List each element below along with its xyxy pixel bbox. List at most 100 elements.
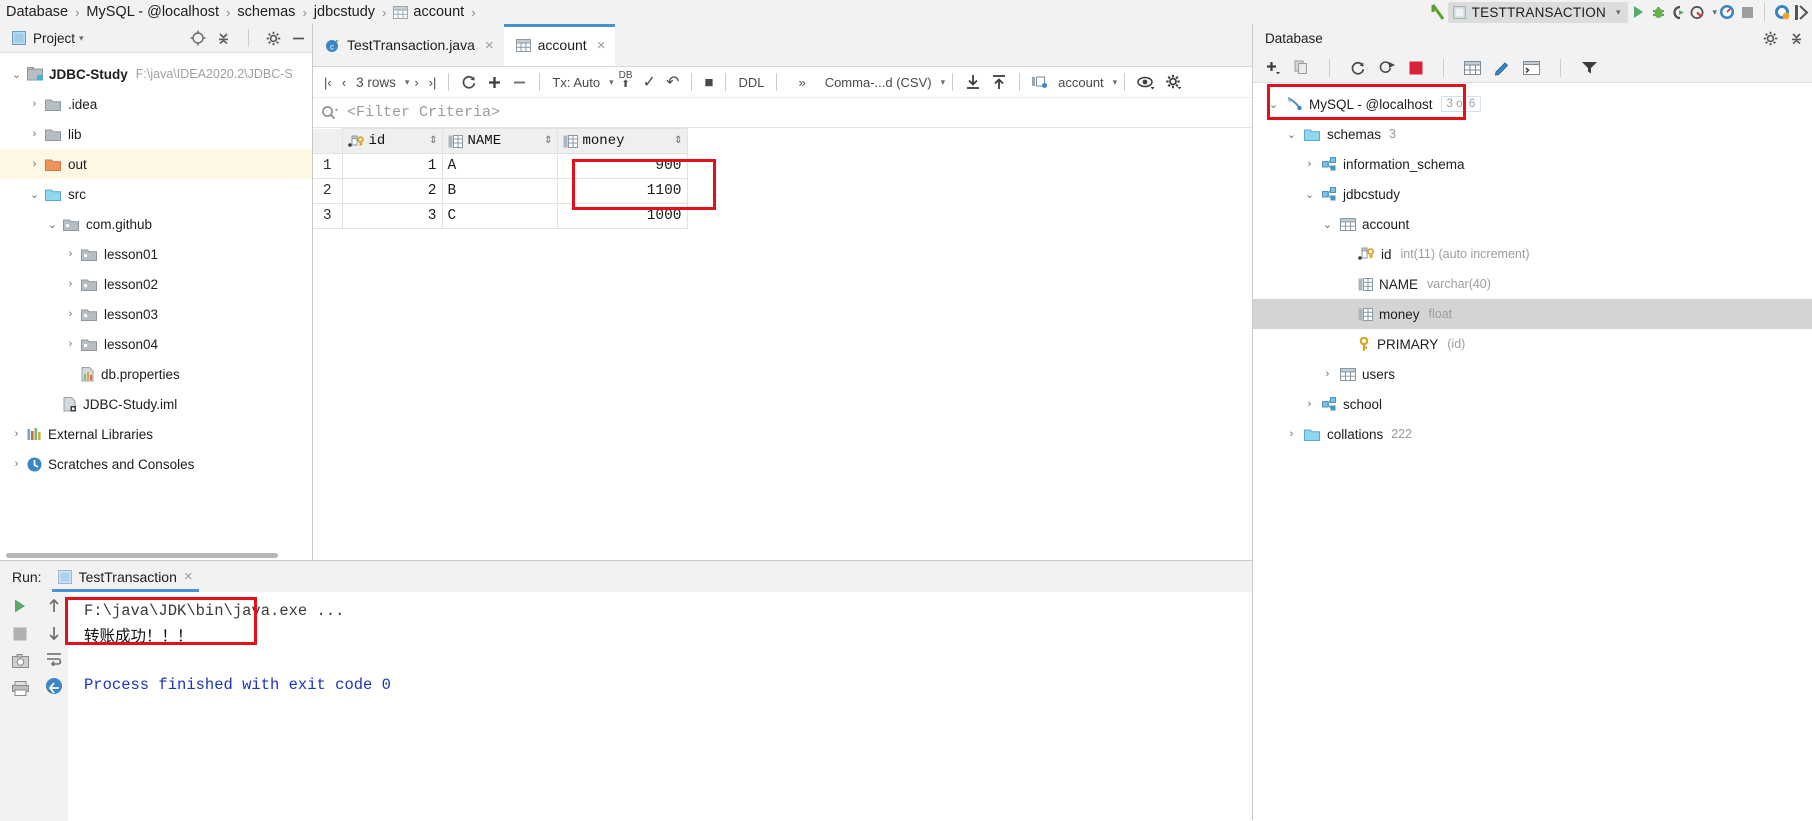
project-horizontal-scrollbar[interactable] — [6, 553, 278, 558]
profiler-button[interactable] — [1688, 2, 1708, 22]
tree-expand-arrow-icon[interactable]: ⌄ — [46, 218, 59, 231]
project-tree-item-db-properties[interactable]: db.properties — [0, 359, 312, 389]
table-icon[interactable] — [1464, 60, 1481, 75]
print-icon[interactable] — [11, 681, 29, 696]
scroll-down-icon[interactable] — [47, 625, 61, 641]
gear-icon[interactable] — [266, 31, 281, 46]
remove-row-button[interactable] — [507, 71, 532, 93]
upload-icon[interactable] — [986, 71, 1012, 93]
refresh-icon[interactable] — [1350, 60, 1366, 76]
debug-button[interactable] — [1648, 2, 1668, 22]
database-tree-item-jdbcstudy[interactable]: ⌄ jdbcstudy — [1253, 179, 1812, 209]
first-page-button[interactable]: |‹ — [319, 71, 337, 93]
commit-button[interactable]: ✓ — [638, 71, 661, 93]
collapse-all-icon[interactable] — [216, 31, 231, 46]
project-tree-item-src[interactable]: ⌄ src — [0, 179, 312, 209]
database-tree-item-mysql-localhost[interactable]: ⌄ MySQL - @localhost 3 of 6 — [1253, 89, 1812, 119]
cell-name[interactable]: C — [441, 203, 558, 229]
table-row[interactable]: 2 2 B 1100 — [313, 178, 688, 204]
tree-expand-arrow-icon[interactable]: ⌄ — [10, 68, 23, 81]
export-format-selector[interactable]: Comma-...d (CSV) — [820, 71, 937, 93]
tab-test-transaction-java[interactable]: c TestTransaction.java × — [313, 24, 504, 66]
transaction-mode-label[interactable]: Tx: Auto — [547, 71, 605, 93]
eye-icon[interactable] — [1132, 71, 1160, 93]
breadcrumb-item-account[interactable]: account — [393, 4, 464, 20]
chevron-down-icon[interactable]: ▾ — [1113, 77, 1118, 88]
refresh-icon[interactable] — [456, 71, 482, 93]
add-row-button[interactable] — [482, 71, 507, 93]
last-page-button[interactable]: ›| — [424, 71, 442, 93]
submit-to-database-icon[interactable]: DB ⬆ — [614, 71, 638, 93]
tree-expand-arrow-icon[interactable]: ⌄ — [1303, 188, 1316, 201]
search-everywhere-icon[interactable] — [1792, 2, 1812, 22]
run-with-coverage-button[interactable] — [1668, 2, 1688, 22]
tree-expand-arrow-icon[interactable]: › — [28, 128, 41, 140]
breadcrumb-item-mysql[interactable]: MySQL - @localhost — [86, 4, 219, 20]
rerun-icon[interactable] — [12, 598, 28, 614]
project-tree-item-out[interactable]: › out — [0, 149, 312, 179]
cell-id[interactable]: 2 — [341, 178, 443, 204]
updates-icon[interactable] — [1772, 2, 1792, 22]
run-tab-test-transaction[interactable]: TestTransaction × — [51, 561, 199, 592]
database-tree-item-school[interactable]: › school — [1253, 389, 1812, 419]
table-selector-label[interactable]: account — [1053, 71, 1109, 93]
more-actions-button[interactable]: » — [784, 71, 819, 93]
tree-expand-arrow-icon[interactable]: › — [1285, 428, 1298, 440]
tree-expand-arrow-icon[interactable]: › — [1321, 368, 1334, 380]
cell-money[interactable]: 900 — [556, 153, 688, 179]
database-tree-item-information-schema[interactable]: › information_schema — [1253, 149, 1812, 179]
toggle-tasks-icon[interactable] — [45, 677, 63, 695]
close-icon[interactable]: × — [184, 568, 193, 585]
data-grid[interactable]: id ⇕ NAME ⇕ money ⇕ 1 1 A 900 2 2 B 1100… — [313, 128, 1252, 229]
tree-expand-arrow-icon[interactable]: › — [1303, 158, 1316, 170]
search-icon[interactable] — [321, 105, 339, 121]
sort-indicator-icon[interactable]: ⇕ — [544, 135, 552, 147]
tree-expand-arrow-icon[interactable]: ⌄ — [28, 188, 41, 201]
tree-expand-arrow-icon[interactable]: › — [64, 308, 77, 320]
project-tree-item-lesson01[interactable]: › lesson01 — [0, 239, 312, 269]
tree-expand-arrow-icon[interactable]: ⌄ — [1321, 218, 1334, 231]
stop-icon[interactable] — [13, 627, 27, 641]
breadcrumb-item-schemas[interactable]: schemas — [237, 4, 295, 20]
project-tree-item-idea[interactable]: › .idea — [0, 89, 312, 119]
project-tree-item-jdbc-study-iml[interactable]: JDBC-Study.iml — [0, 389, 312, 419]
soft-wrap-icon[interactable] — [46, 652, 62, 667]
run-button[interactable] — [1628, 2, 1648, 22]
project-tree-item-com-github[interactable]: ⌄ com.github — [0, 209, 312, 239]
database-tree-item-account[interactable]: ⌄ account — [1253, 209, 1812, 239]
database-tree-item-users[interactable]: › users — [1253, 359, 1812, 389]
stop-button[interactable] — [1737, 2, 1757, 22]
cell-id[interactable]: 1 — [341, 153, 443, 179]
tree-expand-arrow-icon[interactable]: › — [1303, 398, 1316, 410]
stop-icon[interactable] — [1409, 61, 1423, 75]
column-header-id[interactable]: id ⇕ — [341, 128, 443, 154]
scroll-up-icon[interactable] — [47, 598, 61, 614]
edit-icon[interactable] — [1494, 60, 1510, 76]
chevron-down-icon[interactable]: ▾ — [79, 33, 84, 44]
filter-icon[interactable] — [1581, 60, 1598, 75]
breadcrumb-item-jdbcstudy[interactable]: jdbcstudy — [314, 4, 375, 20]
cancel-query-button[interactable]: ■ — [699, 71, 718, 93]
database-tree-item-primary[interactable]: PRIMARY (id) — [1253, 329, 1812, 359]
run-configuration-selector[interactable]: TESTTRANSACTION ▾ — [1447, 1, 1629, 23]
chevron-down-icon[interactable]: ▾ — [941, 77, 946, 88]
table-row[interactable]: 1 1 A 900 — [313, 153, 688, 179]
tree-expand-arrow-icon[interactable]: › — [28, 158, 41, 170]
project-tree-item-lesson03[interactable]: › lesson03 — [0, 299, 312, 329]
table-row[interactable]: 3 3 C 1000 — [313, 203, 688, 229]
attach-profiler-icon[interactable] — [1717, 2, 1737, 22]
tab-account[interactable]: account × — [503, 24, 616, 66]
project-tree-item-lesson02[interactable]: › lesson02 — [0, 269, 312, 299]
tree-expand-arrow-icon[interactable]: ⌄ — [1267, 98, 1280, 111]
close-icon[interactable]: × — [597, 37, 606, 54]
ddl-button[interactable]: DDL — [733, 71, 769, 93]
tree-expand-arrow-icon[interactable]: › — [64, 278, 77, 290]
add-icon[interactable] — [1265, 60, 1281, 76]
gear-icon[interactable] — [1763, 31, 1778, 46]
database-tree-item-collations[interactable]: › collations 222 — [1253, 419, 1812, 449]
cell-money[interactable]: 1100 — [556, 178, 688, 204]
rollback-button[interactable]: ↶ — [661, 71, 684, 93]
database-tree-item-id[interactable]: id int(11) (auto increment) — [1253, 239, 1812, 269]
collapse-all-icon[interactable] — [1789, 31, 1804, 46]
tree-expand-arrow-icon[interactable]: › — [28, 98, 41, 110]
